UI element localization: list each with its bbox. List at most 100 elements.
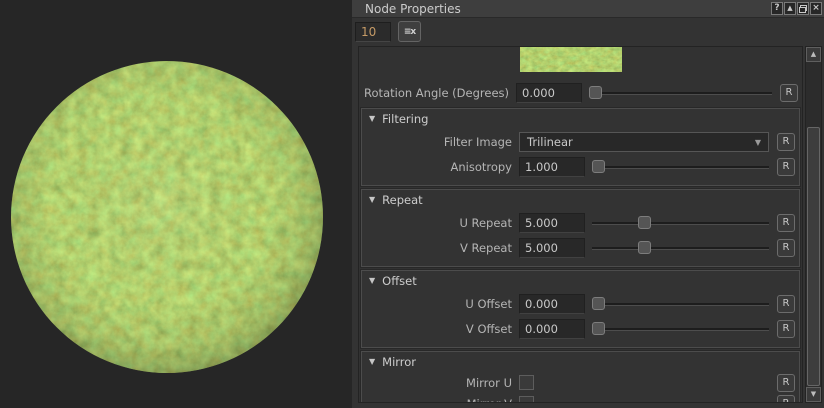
slider-handle[interactable] <box>589 86 602 99</box>
filter-image-dropdown[interactable]: Trilinear ▼ <box>519 132 769 152</box>
v-offset-reset-button[interactable]: R <box>777 320 795 338</box>
slider-track <box>592 303 769 306</box>
u-repeat-input[interactable] <box>519 213 585 233</box>
scroll-down-icon: ▼ <box>811 391 816 398</box>
slider-handle[interactable] <box>592 160 605 173</box>
mirror-v-row: Mirror V R <box>366 395 795 403</box>
slider-track <box>592 166 769 169</box>
grass-sphere-graphic <box>10 60 324 374</box>
application-window: Node Properties ? ▲ × ≡x <box>0 0 824 408</box>
scrollbar-track[interactable] <box>807 62 820 387</box>
textured-sphere-preview <box>10 60 324 374</box>
mirror-section: ▼ Mirror Mirror U R Mirror V R <box>361 351 800 403</box>
float-button[interactable] <box>797 2 809 15</box>
scroll-up-icon: ▲ <box>811 51 816 58</box>
u-repeat-slider[interactable] <box>592 216 769 231</box>
mirror-u-label: Mirror U <box>366 376 519 390</box>
filtering-section-title: Filtering <box>382 112 428 126</box>
clear-button[interactable]: ≡x <box>398 21 421 42</box>
restore-icon <box>799 5 807 13</box>
repeat-section: ▼ Repeat U Repeat R V Repeat <box>361 189 800 267</box>
mirror-u-reset-button[interactable]: R <box>777 374 795 392</box>
vertical-scrollbar[interactable]: ▲ ▼ <box>805 46 822 403</box>
v-repeat-label: V Repeat <box>366 241 519 255</box>
v-offset-input[interactable] <box>519 319 585 339</box>
u-repeat-reset-button[interactable]: R <box>777 214 795 232</box>
u-offset-input[interactable] <box>519 294 585 314</box>
slider-track <box>592 222 769 225</box>
help-button[interactable]: ? <box>771 2 783 15</box>
filter-image-label: Filter Image <box>366 135 519 149</box>
mirror-v-reset-button[interactable]: R <box>777 395 795 404</box>
v-offset-slider[interactable] <box>592 322 769 337</box>
u-offset-reset-button[interactable]: R <box>777 295 795 313</box>
v-offset-row: V Offset R <box>366 319 795 339</box>
panel-title: Node Properties <box>365 2 461 16</box>
scrollbar-thumb[interactable] <box>807 127 820 386</box>
close-icon: × <box>812 4 820 13</box>
close-button[interactable]: × <box>810 2 822 15</box>
v-offset-label: V Offset <box>366 322 519 336</box>
v-repeat-reset-button[interactable]: R <box>777 239 795 257</box>
u-offset-label: U Offset <box>366 297 519 311</box>
slider-handle[interactable] <box>592 297 605 310</box>
dropdown-arrow-icon: ▼ <box>755 138 761 147</box>
repeat-section-header[interactable]: ▼ Repeat <box>362 190 799 208</box>
anisotropy-label: Anisotropy <box>366 160 519 174</box>
grass-thumbnail-graphic <box>520 47 622 72</box>
collapse-triangle-icon: ▼ <box>369 358 375 366</box>
window-controls: ? ▲ × <box>771 2 824 15</box>
panel-titlebar[interactable]: Node Properties ? ▲ × <box>352 0 824 18</box>
slider-handle[interactable] <box>638 216 651 229</box>
mirror-section-header[interactable]: ▼ Mirror <box>362 352 799 370</box>
texture-thumbnail <box>520 47 622 72</box>
v-repeat-row: V Repeat R <box>366 238 795 258</box>
filter-image-row: Filter Image Trilinear ▼ R <box>366 132 795 152</box>
help-icon: ? <box>774 4 779 13</box>
slider-handle[interactable] <box>638 241 651 254</box>
offset-section: ▼ Offset U Offset R V Offset <box>361 270 800 348</box>
rotation-angle-input[interactable] <box>516 83 582 103</box>
scroll-up-button[interactable]: ▲ <box>806 47 821 62</box>
repeat-section-title: Repeat <box>382 193 422 207</box>
mirror-section-title: Mirror <box>382 355 416 369</box>
slider-handle[interactable] <box>592 322 605 335</box>
v-repeat-input[interactable] <box>519 238 585 258</box>
u-offset-row: U Offset R <box>366 294 795 314</box>
anisotropy-row: Anisotropy R <box>366 157 795 177</box>
node-properties-panel: Node Properties ? ▲ × ≡x <box>352 0 824 408</box>
panel-toolbar: ≡x <box>352 18 824 45</box>
clear-icon: ≡x <box>404 27 415 37</box>
mirror-u-checkbox[interactable] <box>519 375 534 390</box>
scroll-down-button[interactable]: ▼ <box>806 387 821 402</box>
mirror-v-checkbox[interactable] <box>519 396 534 403</box>
offset-section-header[interactable]: ▼ Offset <box>362 271 799 289</box>
slider-track <box>592 328 769 331</box>
collapse-triangle-icon: ▼ <box>369 277 375 285</box>
u-offset-slider[interactable] <box>592 297 769 312</box>
viewport-3d[interactable] <box>0 0 352 408</box>
shade-icon: ▲ <box>787 5 792 12</box>
node-number-input[interactable] <box>355 22 391 42</box>
anisotropy-reset-button[interactable]: R <box>777 158 795 176</box>
u-repeat-label: U Repeat <box>366 216 519 230</box>
v-repeat-slider[interactable] <box>592 241 769 256</box>
slider-track <box>592 247 769 250</box>
collapse-triangle-icon: ▼ <box>369 115 375 123</box>
shade-button[interactable]: ▲ <box>784 2 796 15</box>
anisotropy-input[interactable] <box>519 157 585 177</box>
u-repeat-row: U Repeat R <box>366 213 795 233</box>
properties-scroll-area: Rotation Angle (Degrees) R ▼ Filtering F… <box>358 46 803 403</box>
offset-section-title: Offset <box>382 274 417 288</box>
slider-track <box>589 92 772 95</box>
rotation-angle-slider[interactable] <box>589 86 772 101</box>
rotation-angle-reset-button[interactable]: R <box>780 84 798 102</box>
rotation-angle-label: Rotation Angle (Degrees) <box>363 86 516 100</box>
mirror-v-label: Mirror V <box>366 397 519 404</box>
filter-image-value: Trilinear <box>527 135 573 149</box>
anisotropy-slider[interactable] <box>592 160 769 175</box>
filtering-section: ▼ Filtering Filter Image Trilinear ▼ R A… <box>361 108 800 186</box>
filtering-section-header[interactable]: ▼ Filtering <box>362 109 799 127</box>
mirror-u-row: Mirror U R <box>366 374 795 391</box>
filter-image-reset-button[interactable]: R <box>777 133 795 151</box>
